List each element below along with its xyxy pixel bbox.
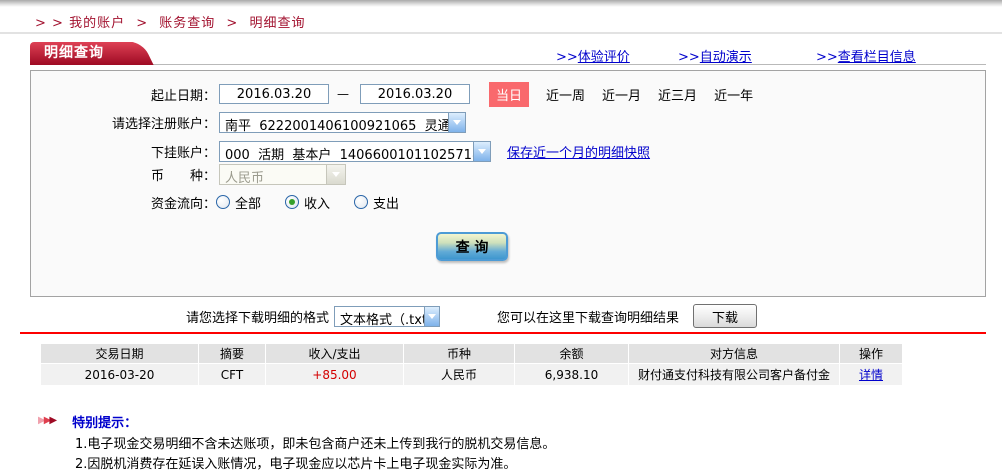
link-label: 自动演示 [700, 50, 752, 65]
fund-flow-row: 资金流向： 全部 收入 支出 [31, 190, 399, 214]
notice-items: 1.电子现金交易明细不含未达账项，即未包含商户还未上传到我行的脱机交易信息。 2… [38, 435, 988, 470]
cell-counterparty: 财付通支付科技有限公司客户备付金 [629, 364, 839, 385]
dropdown-arrow-icon [448, 113, 465, 132]
cell-balance: 6,938.10 [515, 364, 628, 385]
notice-item: 2.因脱机消费存在延误入账情况，电子现金应以芯片卡上电子现金实际为准。 [75, 455, 988, 470]
special-notice: ▶▶▶ 特别提示： 1.电子现金交易明细不含未达账项，即未包含商户还未上传到我行… [38, 413, 988, 470]
col-header-currency: 币种 [404, 344, 514, 363]
quick-range-quarter[interactable]: 近三月 [658, 85, 697, 104]
top-gradient-band [0, 0, 1002, 7]
tab-detail-query: 明细查询 [30, 42, 136, 65]
radio-flow-expense[interactable] [354, 195, 368, 209]
download-format-select[interactable]: 文本格式（.txt） [334, 306, 440, 327]
col-header-summary: 摘要 [199, 344, 265, 363]
download-format-value: 文本格式（.txt） [335, 307, 424, 326]
breadcrumb-item-account-query[interactable]: 账务查询 [159, 16, 215, 31]
radio-flow-income-label: 收入 [304, 193, 330, 212]
dropdown-arrow-icon [473, 142, 490, 161]
detail-query-page: > > 我的账户 > 账务查询 > 明细查询 明细查询 >>体验评价 >>自动演… [0, 0, 1002, 470]
radio-flow-all-label: 全部 [235, 193, 261, 212]
breadcrumb-divider [0, 32, 1002, 34]
link-label: 体验评价 [578, 50, 630, 65]
date-to-input[interactable] [360, 84, 470, 104]
link-prefix: >> [678, 50, 700, 65]
sub-account-value: 000 活期 基本户 1406600101102571848 [220, 142, 473, 161]
quick-range-month[interactable]: 近一月 [602, 85, 641, 104]
save-snapshot-link[interactable]: 保存近一个月的明细快照 [507, 142, 650, 161]
sub-account-row: 下挂账户： 000 活期 基本户 1406600101102571848 保存近… [31, 139, 650, 163]
register-account-label: 请选择注册账户： [31, 113, 216, 132]
cell-currency: 人民币 [404, 364, 514, 385]
date-from-input[interactable] [219, 84, 329, 104]
quick-range-week[interactable]: 近一周 [546, 85, 585, 104]
col-header-action: 操作 [840, 344, 902, 363]
breadcrumb-item-detail-query[interactable]: 明细查询 [249, 16, 305, 31]
breadcrumb-item-my-account[interactable]: 我的账户 [69, 16, 125, 31]
tab-label: 明细查询 [30, 42, 136, 65]
notice-header: ▶▶▶ 特别提示： [38, 413, 988, 429]
col-header-balance: 余额 [515, 344, 628, 363]
query-button[interactable]: 查 询 [436, 232, 508, 261]
radio-flow-all[interactable] [216, 195, 230, 209]
currency-value: 人民币 [220, 165, 269, 184]
quick-range-year[interactable]: 近一年 [714, 85, 753, 104]
dropdown-arrow-icon [424, 307, 439, 326]
currency-select-disabled: 人民币 [219, 164, 346, 185]
register-account-row: 请选择注册账户： 南平 6222001406100921065 灵通卡 [31, 110, 466, 134]
radio-flow-income[interactable] [285, 195, 299, 209]
transaction-table: 交易日期 摘要 收入/支出 币种 余额 对方信息 操作 2016-03-20 C… [40, 343, 903, 386]
link-label: 查看栏目信息 [838, 50, 916, 65]
notice-item: 1.电子现金交易明细不含未达账项，即未包含商户还未上传到我行的脱机交易信息。 [75, 435, 988, 455]
breadcrumb-prefix: > > [35, 16, 64, 31]
register-account-select[interactable]: 南平 6222001406100921065 灵通卡 [219, 112, 466, 133]
link-experience-rating[interactable]: >>体验评价 [556, 46, 630, 65]
dropdown-arrow-icon [326, 165, 345, 184]
table-row: 2016-03-20 CFT +85.00 人民币 6,938.10 财付通支付… [41, 364, 902, 385]
date-range-label: 起止日期： [31, 85, 216, 104]
breadcrumb-separator: > [226, 16, 238, 31]
date-range-row: 起止日期： — 当日 近一周 近一月 近三月 近一年 [31, 82, 753, 106]
triple-arrow-icon: ▶▶▶ [38, 416, 55, 426]
breadcrumb: > > 我的账户 > 账务查询 > 明细查询 [35, 12, 305, 31]
download-format-label: 请您选择下载明细的格式 [186, 307, 329, 326]
link-view-column-info[interactable]: >>查看栏目信息 [816, 46, 916, 65]
date-separator: — [337, 87, 349, 101]
notice-title: 特别提示： [72, 412, 137, 431]
download-result-label: 您可以在这里下载查询明细结果 [497, 307, 679, 326]
table-header-row: 交易日期 摘要 收入/支出 币种 余额 对方信息 操作 [41, 344, 902, 363]
radio-flow-expense-label: 支出 [373, 193, 399, 212]
detail-link[interactable]: 详情 [859, 368, 883, 382]
query-form-panel: 起止日期： — 当日 近一周 近一月 近三月 近一年 请选择注册账户： 南平 6… [30, 70, 986, 297]
currency-label: 币 种： [31, 165, 216, 184]
today-button[interactable]: 当日 [489, 82, 529, 107]
cell-amount: +85.00 [266, 364, 403, 385]
col-header-amount: 收入/支出 [266, 344, 403, 363]
currency-row: 币 种： 人民币 [31, 162, 346, 186]
fund-flow-label: 资金流向： [31, 193, 216, 212]
breadcrumb-separator: > [136, 16, 148, 31]
sub-account-label: 下挂账户： [31, 142, 216, 161]
sub-account-select[interactable]: 000 活期 基本户 1406600101102571848 [219, 141, 491, 162]
red-divider-rule [20, 332, 986, 334]
col-header-counterparty: 对方信息 [629, 344, 839, 363]
cell-summary: CFT [199, 364, 265, 385]
cell-date: 2016-03-20 [41, 364, 198, 385]
download-row: 请您选择下载明细的格式 文本格式（.txt） 您可以在这里下载查询明细结果 下载 [186, 303, 757, 329]
register-account-value: 南平 6222001406100921065 灵通卡 [220, 113, 448, 132]
link-auto-demo[interactable]: >>自动演示 [678, 46, 752, 65]
link-prefix: >> [816, 50, 838, 65]
link-prefix: >> [556, 50, 578, 65]
download-button[interactable]: 下载 [693, 304, 757, 328]
col-header-date: 交易日期 [41, 344, 198, 363]
